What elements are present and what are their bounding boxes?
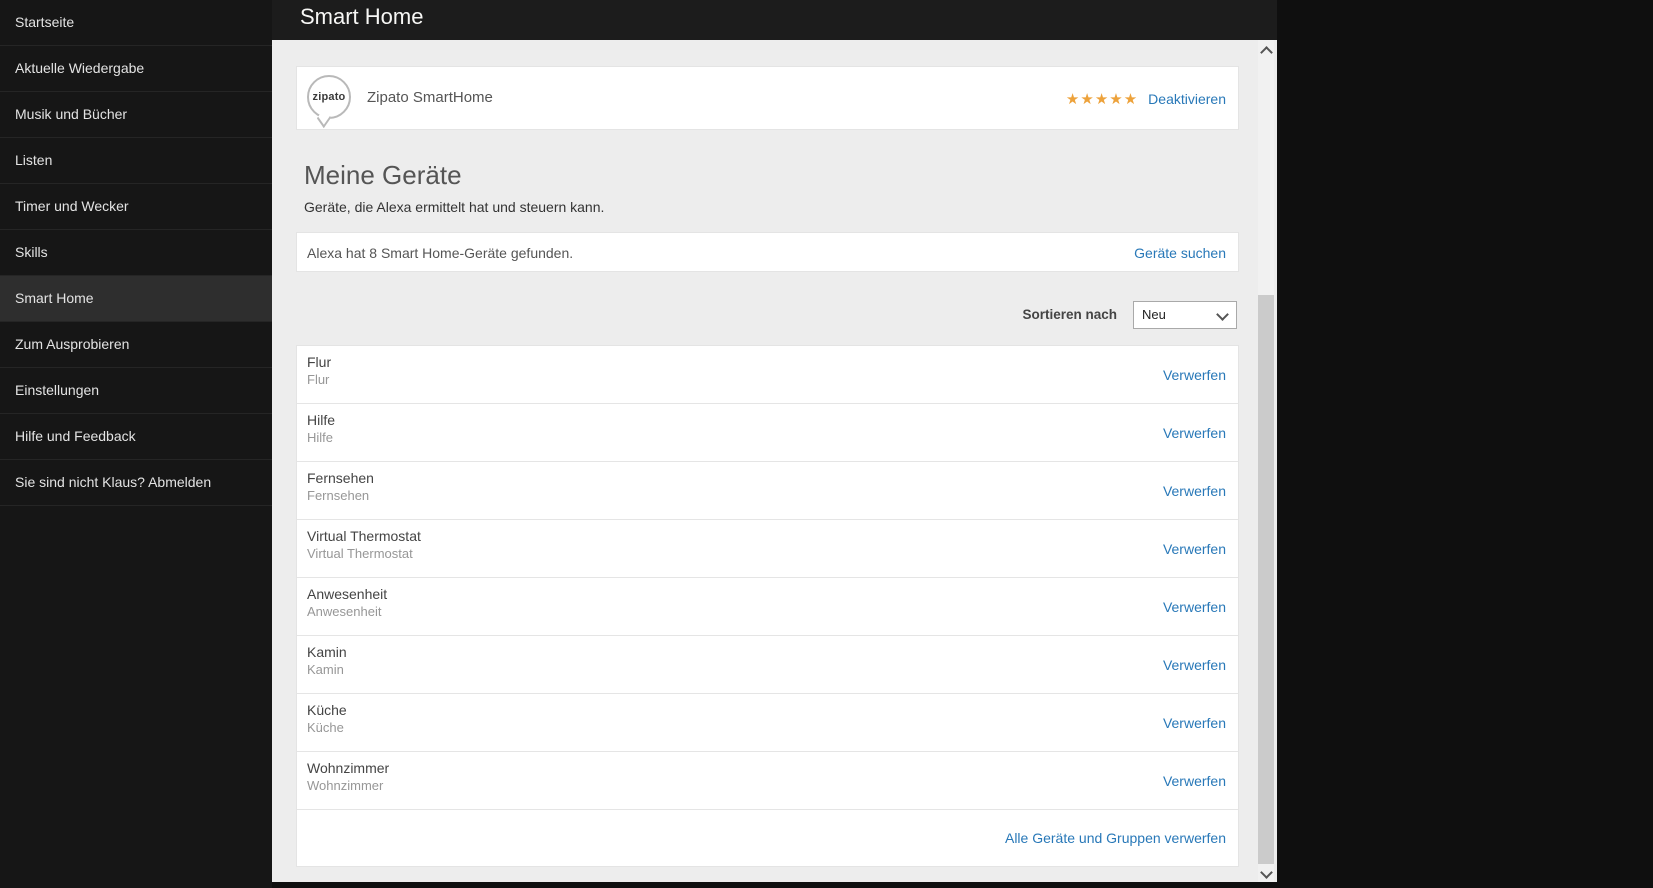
dismiss-link[interactable]: Verwerfen bbox=[1163, 367, 1226, 383]
deactivate-link[interactable]: Deaktivieren bbox=[1148, 91, 1226, 107]
sidebar-item-musik-und-buecher[interactable]: Musik und Bücher bbox=[0, 92, 272, 138]
section-title: Meine Geräte bbox=[304, 160, 462, 190]
sidebar-item-startseite[interactable]: Startseite bbox=[0, 0, 272, 46]
sidebar-item-listen[interactable]: Listen bbox=[0, 138, 272, 184]
content-area: zipato Zipato SmartHome ★★★★★ Deaktivier… bbox=[272, 40, 1277, 882]
device-list-card: Flur Flur Verwerfen Hilfe Hilfe Verwerfe… bbox=[296, 345, 1239, 867]
device-name: Hilfe bbox=[307, 412, 336, 428]
dismiss-all-link[interactable]: Alle Geräte und Gruppen verwerfen bbox=[1005, 830, 1226, 846]
devices-section-head: Meine Geräte Geräte, die Alexa ermittelt… bbox=[304, 160, 1239, 216]
dismiss-link[interactable]: Verwerfen bbox=[1163, 599, 1226, 615]
sidebar-item-aktuelle-wiedergabe[interactable]: Aktuelle Wiedergabe bbox=[0, 46, 272, 92]
speech-bubble-tail-icon bbox=[316, 107, 332, 129]
chevron-down-icon bbox=[1216, 308, 1229, 321]
device-description: Virtual Thermostat bbox=[307, 546, 413, 561]
device-name: Anwesenheit bbox=[307, 586, 388, 602]
device-name: Virtual Thermostat bbox=[307, 528, 421, 544]
section-subtitle: Geräte, die Alexa ermittelt hat und steu… bbox=[304, 199, 605, 215]
sidebar-item-abmelden[interactable]: Sie sind nicht Klaus? Abmelden bbox=[0, 460, 272, 506]
sort-select[interactable]: Neu bbox=[1133, 301, 1237, 329]
device-row-anwesenheit: Anwesenheit Anwesenheit Verwerfen bbox=[297, 578, 1238, 636]
dismiss-link[interactable]: Verwerfen bbox=[1163, 483, 1226, 499]
device-description: Kamin bbox=[307, 662, 344, 677]
header: Smart Home bbox=[272, 0, 1277, 40]
rating-stars-icon: ★★★★★ bbox=[1065, 91, 1139, 108]
sidebar-item-skills[interactable]: Skills bbox=[0, 230, 272, 276]
sort-select-value: Neu bbox=[1142, 307, 1166, 322]
search-devices-link[interactable]: Geräte suchen bbox=[1134, 245, 1226, 261]
dismiss-link[interactable]: Verwerfen bbox=[1163, 773, 1226, 789]
device-row-fernsehen: Fernsehen Fernsehen Verwerfen bbox=[297, 462, 1238, 520]
device-name: Kamin bbox=[307, 644, 347, 660]
sidebar-item-einstellungen[interactable]: Einstellungen bbox=[0, 368, 272, 414]
vertical-scrollbar[interactable] bbox=[1258, 40, 1274, 882]
device-row-kueche: Küche Küche Verwerfen bbox=[297, 694, 1238, 752]
device-name: Wohnzimmer bbox=[307, 760, 390, 776]
dismiss-link[interactable]: Verwerfen bbox=[1163, 657, 1226, 673]
dismiss-link[interactable]: Verwerfen bbox=[1163, 715, 1226, 731]
zipato-logo: zipato bbox=[307, 75, 351, 129]
device-name: Küche bbox=[307, 702, 347, 718]
device-description: Wohnzimmer bbox=[307, 778, 384, 793]
scroll-up-icon bbox=[1260, 46, 1273, 59]
device-description: Küche bbox=[307, 720, 344, 735]
sort-by-label: Sortieren nach bbox=[1022, 307, 1117, 322]
scroll-down-button[interactable] bbox=[1258, 864, 1274, 882]
device-description: Anwesenheit bbox=[307, 604, 382, 619]
sort-row: Sortieren nach Neu bbox=[296, 301, 1239, 329]
device-row-wohnzimmer: Wohnzimmer Wohnzimmer Verwerfen bbox=[297, 752, 1238, 810]
device-list-footer: Alle Geräte und Gruppen verwerfen bbox=[297, 810, 1238, 866]
device-row-kamin: Kamin Kamin Verwerfen bbox=[297, 636, 1238, 694]
page-title: Smart Home bbox=[300, 4, 424, 29]
scroll-up-button[interactable] bbox=[1258, 40, 1274, 59]
sidebar-item-smart-home[interactable]: Smart Home bbox=[0, 276, 272, 322]
device-row-virtual-thermostat: Virtual Thermostat Virtual Thermostat Ve… bbox=[297, 520, 1238, 578]
device-name: Flur bbox=[307, 354, 332, 370]
sidebar: Startseite Aktuelle Wiedergabe Musik und… bbox=[0, 0, 272, 888]
skill-name: Zipato SmartHome bbox=[367, 89, 493, 106]
device-row-hilfe: Hilfe Hilfe Verwerfen bbox=[297, 404, 1238, 462]
devices-found-card: Alexa hat 8 Smart Home-Geräte gefunden. … bbox=[296, 232, 1239, 272]
sidebar-item-hilfe-und-feedback[interactable]: Hilfe und Feedback bbox=[0, 414, 272, 460]
dismiss-link[interactable]: Verwerfen bbox=[1163, 541, 1226, 557]
sidebar-item-zum-ausprobieren[interactable]: Zum Ausprobieren bbox=[0, 322, 272, 368]
device-name: Fernsehen bbox=[307, 470, 374, 486]
device-description: Hilfe bbox=[307, 430, 334, 445]
devices-found-text: Alexa hat 8 Smart Home-Geräte gefunden. bbox=[307, 245, 574, 261]
device-description: Flur bbox=[307, 372, 330, 387]
dismiss-link[interactable]: Verwerfen bbox=[1163, 425, 1226, 441]
device-row-flur: Flur Flur Verwerfen bbox=[297, 346, 1238, 404]
scroll-down-icon bbox=[1260, 866, 1273, 879]
device-description: Fernsehen bbox=[307, 488, 370, 503]
scrollbar-thumb[interactable] bbox=[1258, 58, 1274, 295]
sidebar-item-timer-und-wecker[interactable]: Timer und Wecker bbox=[0, 184, 272, 230]
skill-card: zipato Zipato SmartHome ★★★★★ Deaktivier… bbox=[296, 66, 1239, 130]
zipato-logo-text: zipato bbox=[312, 91, 346, 103]
